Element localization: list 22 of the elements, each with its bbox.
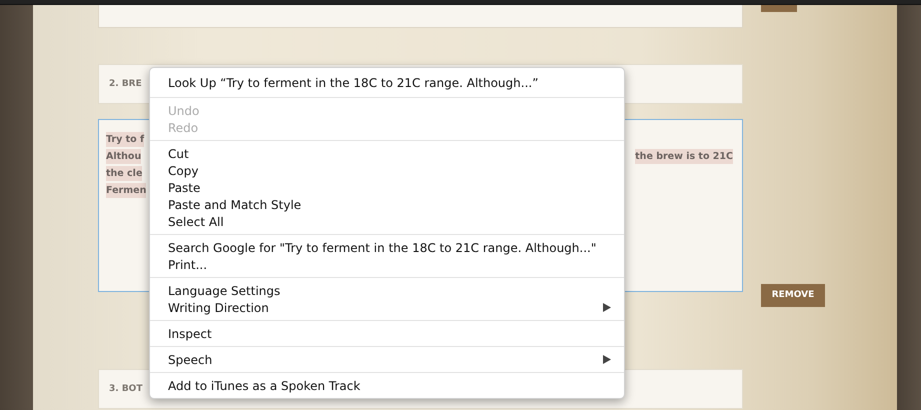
menu-item[interactable]: Writing Direction — [150, 299, 624, 316]
menu-item[interactable]: Language Settings — [150, 282, 624, 299]
section-title: 2. BRE — [109, 79, 142, 89]
menu-item[interactable]: Add to iTunes as a Spoken Track — [150, 377, 624, 394]
selected-text: the brew is to 21C — [635, 149, 733, 164]
menu-item[interactable]: Speech — [150, 351, 624, 368]
menu-item[interactable]: Look Up “Try to ferment in the 18C to 21C range. Although...” — [150, 74, 624, 91]
selected-text: Fermen — [106, 183, 146, 198]
selected-text: Althou — [106, 149, 142, 164]
menu-item[interactable]: Copy — [150, 162, 624, 179]
selected-text: the cle — [106, 166, 142, 181]
selected-text: Try to f — [106, 132, 144, 147]
menu-item[interactable]: Search Google for "Try to ferment in the 18C to 21C range. Although..." — [150, 239, 624, 256]
text-area[interactable] — [98, 5, 743, 28]
remove-button[interactable]: REMOVE — [761, 284, 825, 306]
menu-item[interactable]: Cut — [150, 145, 624, 162]
menu-item[interactable]: Paste and Match Style — [150, 196, 624, 213]
menu-item[interactable]: Print... — [150, 256, 624, 273]
menu-item[interactable]: Select All — [150, 213, 624, 230]
section-title: 3. BOT — [109, 384, 142, 394]
menu-item[interactable]: Paste — [150, 179, 624, 196]
menu-item[interactable]: Inspect — [150, 325, 624, 342]
